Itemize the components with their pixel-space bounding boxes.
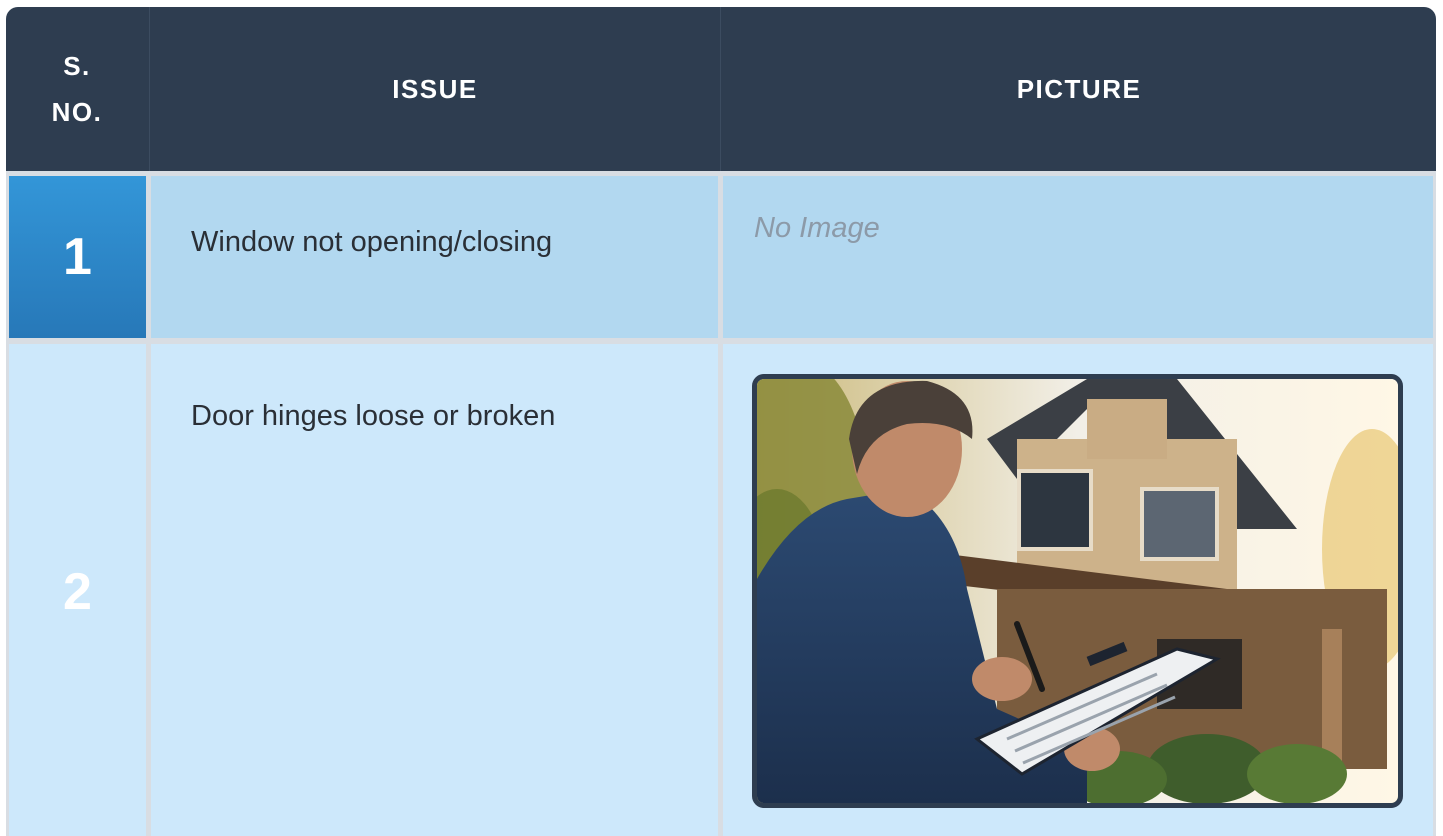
row-1-sno: 1 <box>9 176 146 338</box>
row-1-issue: Window not opening/closing <box>151 176 718 338</box>
header-divider <box>149 7 150 171</box>
no-image-placeholder: No Image <box>754 212 880 244</box>
row-2-picture-cell <box>723 344 1433 836</box>
inspector-photo[interactable] <box>752 374 1403 808</box>
row-1-picture-cell: No Image <box>723 176 1433 338</box>
header-picture: PICTURE <box>1016 74 1142 104</box>
photo-illustration <box>757 379 1398 803</box>
header-sno-label: S. NO. <box>51 51 103 127</box>
table-header: S. NO. ISSUE PICTURE <box>6 7 1436 171</box>
header-sno: S. NO. <box>6 7 148 171</box>
issues-table: S. NO. ISSUE PICTURE 1 Window not openin… <box>6 7 1436 836</box>
header-divider <box>720 7 721 171</box>
row-2-sno: 2 <box>9 344 146 836</box>
header-issue: ISSUE <box>392 74 478 104</box>
row-2-issue: Door hinges loose or broken <box>151 344 718 836</box>
